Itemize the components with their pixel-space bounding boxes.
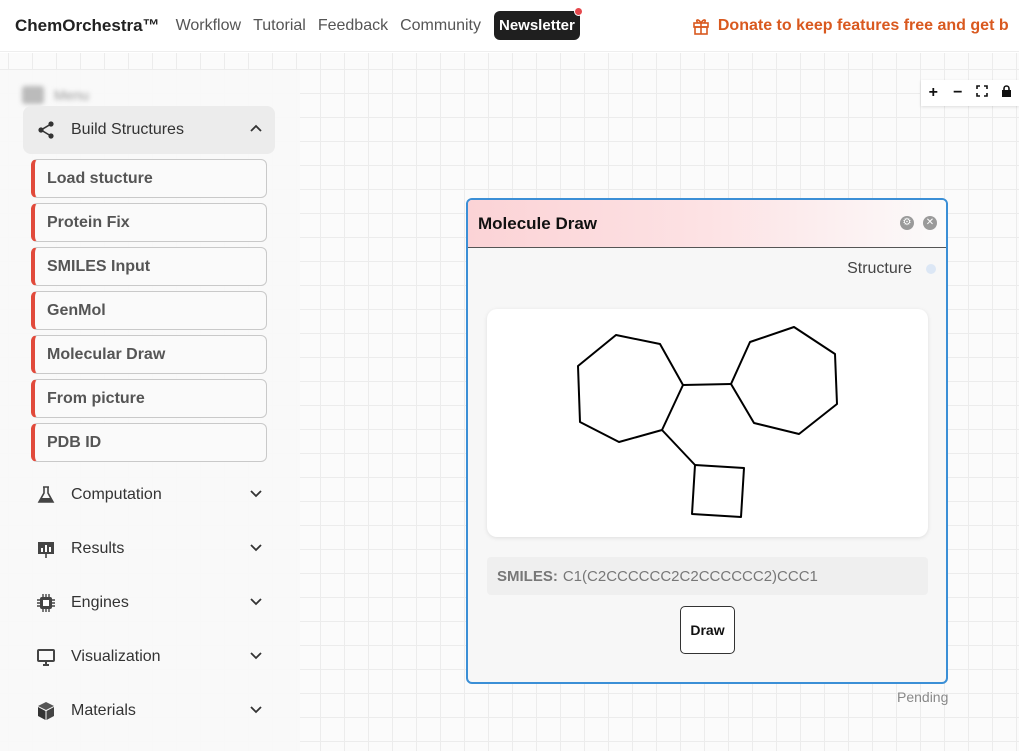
- section-label: Results: [71, 540, 125, 557]
- nav-workflow[interactable]: Workflow: [176, 17, 242, 35]
- sidebar-header-label: Menu: [54, 87, 90, 103]
- donate-text: Donate to keep features free and get b: [717, 16, 1009, 34]
- section-visualization[interactable]: Visualization: [23, 633, 275, 681]
- flask-icon: [35, 484, 57, 506]
- section-label: Computation: [71, 486, 162, 503]
- chevron-down-icon: [250, 706, 262, 714]
- nav-tutorial[interactable]: Tutorial: [253, 17, 306, 35]
- donate-banner[interactable]: Donate to keep features free and get b: [692, 17, 1009, 35]
- molecule-structure-image: [577, 326, 838, 518]
- nav-community[interactable]: Community: [400, 17, 481, 35]
- chevron-up-icon: [250, 124, 262, 132]
- chip-icon: [35, 592, 57, 614]
- settings-icon[interactable]: ⚙: [900, 216, 914, 230]
- chart-icon: [35, 538, 57, 560]
- node-status: Pending: [897, 689, 949, 705]
- fit-view-icon[interactable]: [970, 84, 994, 102]
- chevron-down-icon: [250, 490, 262, 498]
- newsletter-label: Newsletter: [499, 17, 575, 34]
- chevron-down-icon: [250, 598, 262, 606]
- sidebar-header: Menu: [22, 84, 112, 106]
- sidebar-item-smiles-input[interactable]: SMILES Input: [31, 247, 267, 286]
- sidebar-item-from-picture[interactable]: From picture: [31, 379, 267, 418]
- zoom-in-icon[interactable]: +: [921, 84, 945, 102]
- menu-icon: [22, 86, 44, 104]
- gift-icon: [693, 18, 709, 35]
- sidebar-item-pdb-id[interactable]: PDB ID: [31, 423, 267, 462]
- section-engines[interactable]: Engines: [23, 579, 275, 627]
- chevron-down-icon: [250, 544, 262, 552]
- zoom-out-icon[interactable]: −: [946, 84, 970, 102]
- monitor-icon: [35, 646, 57, 668]
- brand-logo[interactable]: ChemOrchestra™: [15, 16, 160, 36]
- output-port[interactable]: [926, 264, 936, 274]
- section-materials[interactable]: Materials: [23, 687, 275, 735]
- smiles-value: C1(C2CCCCCC2C2CCCCCC2)CCC1: [562, 567, 818, 585]
- newsletter-button[interactable]: Newsletter: [494, 7, 583, 40]
- section-results[interactable]: Results: [23, 525, 275, 573]
- sidebar-item-protein-fix[interactable]: Protein Fix: [31, 203, 267, 242]
- node-header[interactable]: Molecule Draw ⚙ ✕: [468, 200, 946, 248]
- section-build-structures[interactable]: Build Structures: [23, 106, 275, 154]
- output-label: Structure: [847, 260, 912, 277]
- section-label: Materials: [71, 702, 136, 719]
- notification-dot: [573, 7, 583, 16]
- section-label: Visualization: [71, 648, 161, 665]
- node-title: Molecule Draw: [478, 213, 598, 233]
- zoom-controls: + −: [921, 80, 1019, 106]
- section-label: Build Structures: [71, 121, 184, 138]
- close-icon[interactable]: ✕: [923, 216, 937, 230]
- sidebar: Menu Build Structures Load stucture Prot…: [0, 70, 300, 751]
- cube-icon: [35, 700, 57, 722]
- molecule-canvas[interactable]: [487, 309, 928, 537]
- smiles-label: SMILES:: [497, 567, 558, 585]
- draw-button[interactable]: Draw: [680, 606, 735, 654]
- lock-icon[interactable]: [995, 84, 1019, 102]
- sidebar-item-load-structure[interactable]: Load stucture: [31, 159, 267, 198]
- chevron-down-icon: [250, 652, 262, 660]
- share-icon: [35, 119, 57, 141]
- section-computation[interactable]: Computation: [23, 471, 275, 519]
- molecule-draw-node[interactable]: Molecule Draw ⚙ ✕ Structure SMILES: C1(C…: [466, 198, 948, 684]
- section-label: Engines: [71, 594, 129, 611]
- top-navbar: ChemOrchestra™ Workflow Tutorial Feedbac…: [0, 0, 1019, 52]
- nav-feedback[interactable]: Feedback: [318, 17, 388, 35]
- sidebar-item-genmol[interactable]: GenMol: [31, 291, 267, 330]
- sidebar-item-molecular-draw[interactable]: Molecular Draw: [31, 335, 267, 374]
- smiles-display: SMILES: C1(C2CCCCCC2C2CCCCCC2)CCC1: [487, 557, 928, 595]
